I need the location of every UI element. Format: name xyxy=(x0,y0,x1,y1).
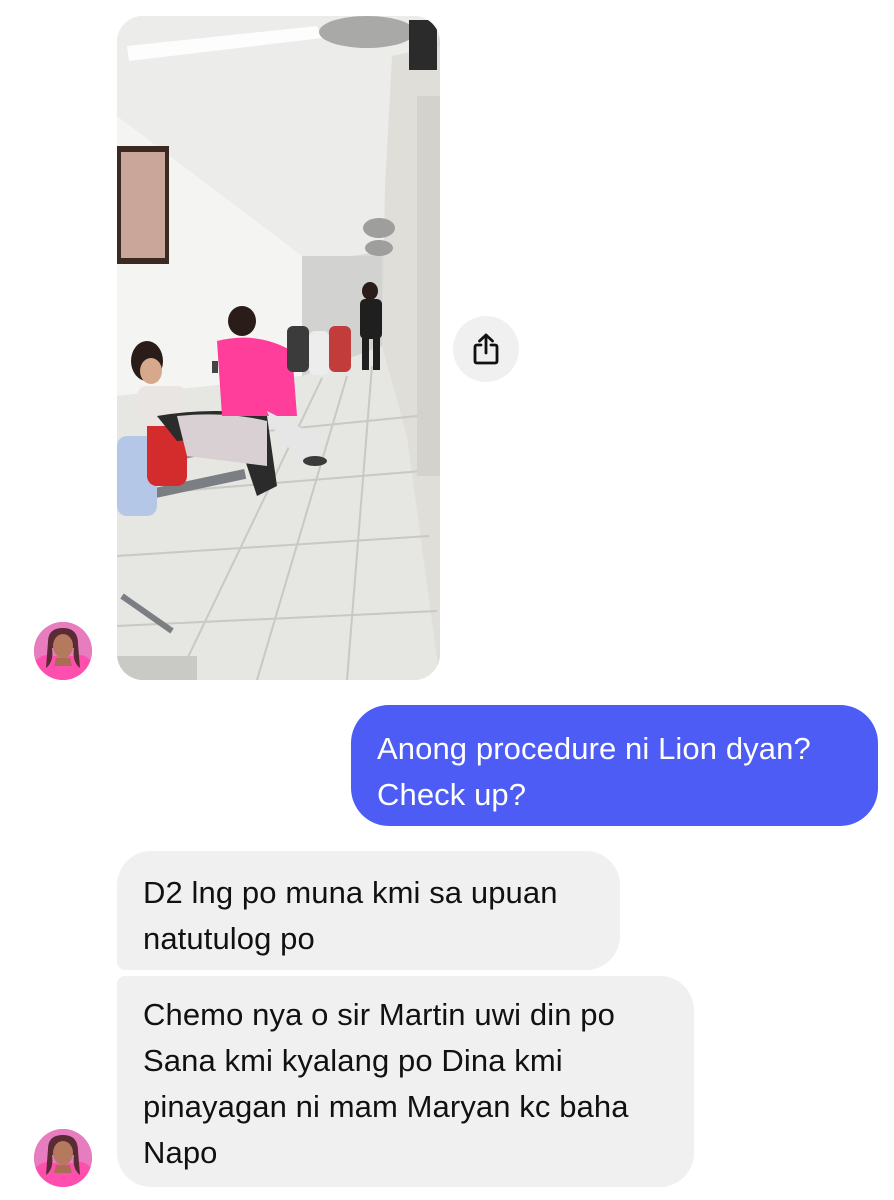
message-line: Sana kmi kyalang po Dina kmi xyxy=(143,1043,563,1078)
avatar-portrait-icon xyxy=(34,622,92,680)
avatar-portrait-icon xyxy=(34,1129,92,1187)
incoming-message-bubble[interactable]: Chemo nya o sir Martin uwi din po Sana k… xyxy=(117,976,694,1187)
hallway-photo xyxy=(117,16,440,680)
message-line: Chemo nya o sir Martin uwi din po xyxy=(143,997,615,1032)
contact-avatar[interactable] xyxy=(34,1129,92,1187)
share-icon xyxy=(473,333,499,365)
incoming-message-bubble[interactable]: D2 lng po muna kmi sa upuan natutulog po xyxy=(117,851,620,970)
share-button[interactable] xyxy=(453,316,519,382)
message-line: D2 lng po muna kmi sa upuan xyxy=(143,875,558,910)
message-line: Check up? xyxy=(377,777,527,812)
message-line: Anong procedure ni Lion dyan? xyxy=(377,731,811,766)
message-line: Napo xyxy=(143,1135,218,1170)
photo-message[interactable] xyxy=(117,16,440,680)
outgoing-message-bubble[interactable]: Anong procedure ni Lion dyan? Check up? xyxy=(351,705,878,826)
contact-avatar[interactable] xyxy=(34,622,92,680)
message-line: natutulog po xyxy=(143,921,315,956)
message-line: pinayagan ni mam Maryan kc baha xyxy=(143,1089,629,1124)
